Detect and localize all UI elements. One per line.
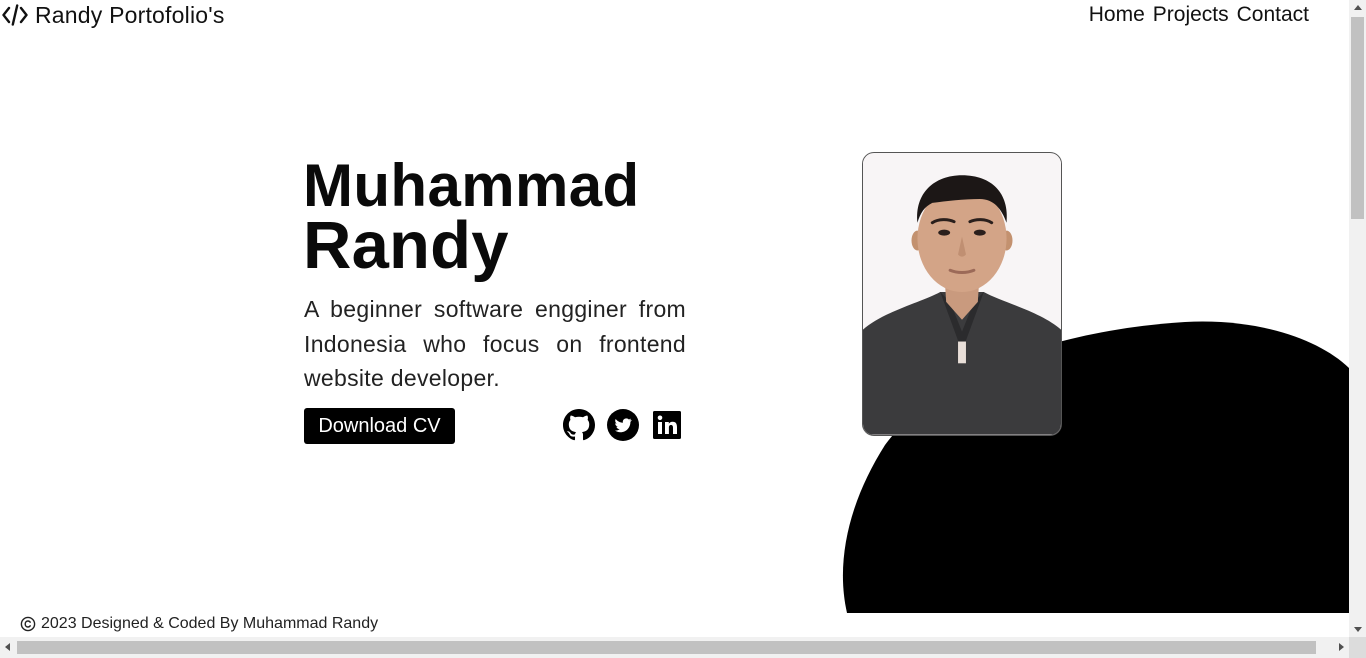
scroll-left-icon[interactable]	[5, 643, 10, 651]
twitter-icon[interactable]	[607, 409, 639, 441]
hero-name: Muhammad Randy	[303, 152, 640, 283]
nav-projects-link[interactable]: Projects	[1153, 3, 1229, 27]
code-icon	[2, 4, 28, 26]
main-nav: Home Projects Contact	[1089, 1, 1309, 29]
hero-description: A beginner software engginer from Indone…	[304, 296, 686, 391]
brand-name: Randy Portofolio's	[35, 1, 225, 28]
scrollbar-corner	[1349, 637, 1366, 658]
page-viewport: Randy Portofolio's Home Projects Contact…	[0, 0, 1349, 637]
profile-photo	[862, 152, 1062, 436]
social-links	[563, 409, 683, 441]
footer-text: 2023 Designed & Coded By Muhammad Randy	[41, 615, 379, 632]
scroll-down-icon[interactable]	[1354, 627, 1362, 632]
horizontal-scrollbar[interactable]	[0, 637, 1349, 658]
copyright-icon	[20, 616, 36, 632]
vertical-scrollbar[interactable]	[1349, 0, 1366, 637]
nav-contact-link[interactable]: Contact	[1237, 3, 1309, 27]
profile-photo-illustration	[863, 153, 1061, 435]
hero-name-first: Muhammad	[303, 152, 640, 219]
brand[interactable]: Randy Portofolio's	[2, 1, 225, 29]
scroll-up-icon[interactable]	[1354, 5, 1362, 10]
nav-home-link[interactable]: Home	[1089, 3, 1145, 27]
download-cv-button[interactable]: Download CV	[304, 408, 455, 444]
hero-name-last: Randy	[303, 208, 509, 283]
linkedin-icon[interactable]	[651, 409, 683, 441]
scroll-right-icon[interactable]	[1339, 643, 1344, 651]
footer: 2023 Designed & Coded By Muhammad Randy	[20, 615, 378, 633]
vertical-scroll-thumb[interactable]	[1351, 17, 1364, 219]
github-icon[interactable]	[563, 409, 595, 441]
horizontal-scroll-thumb[interactable]	[17, 641, 1316, 654]
